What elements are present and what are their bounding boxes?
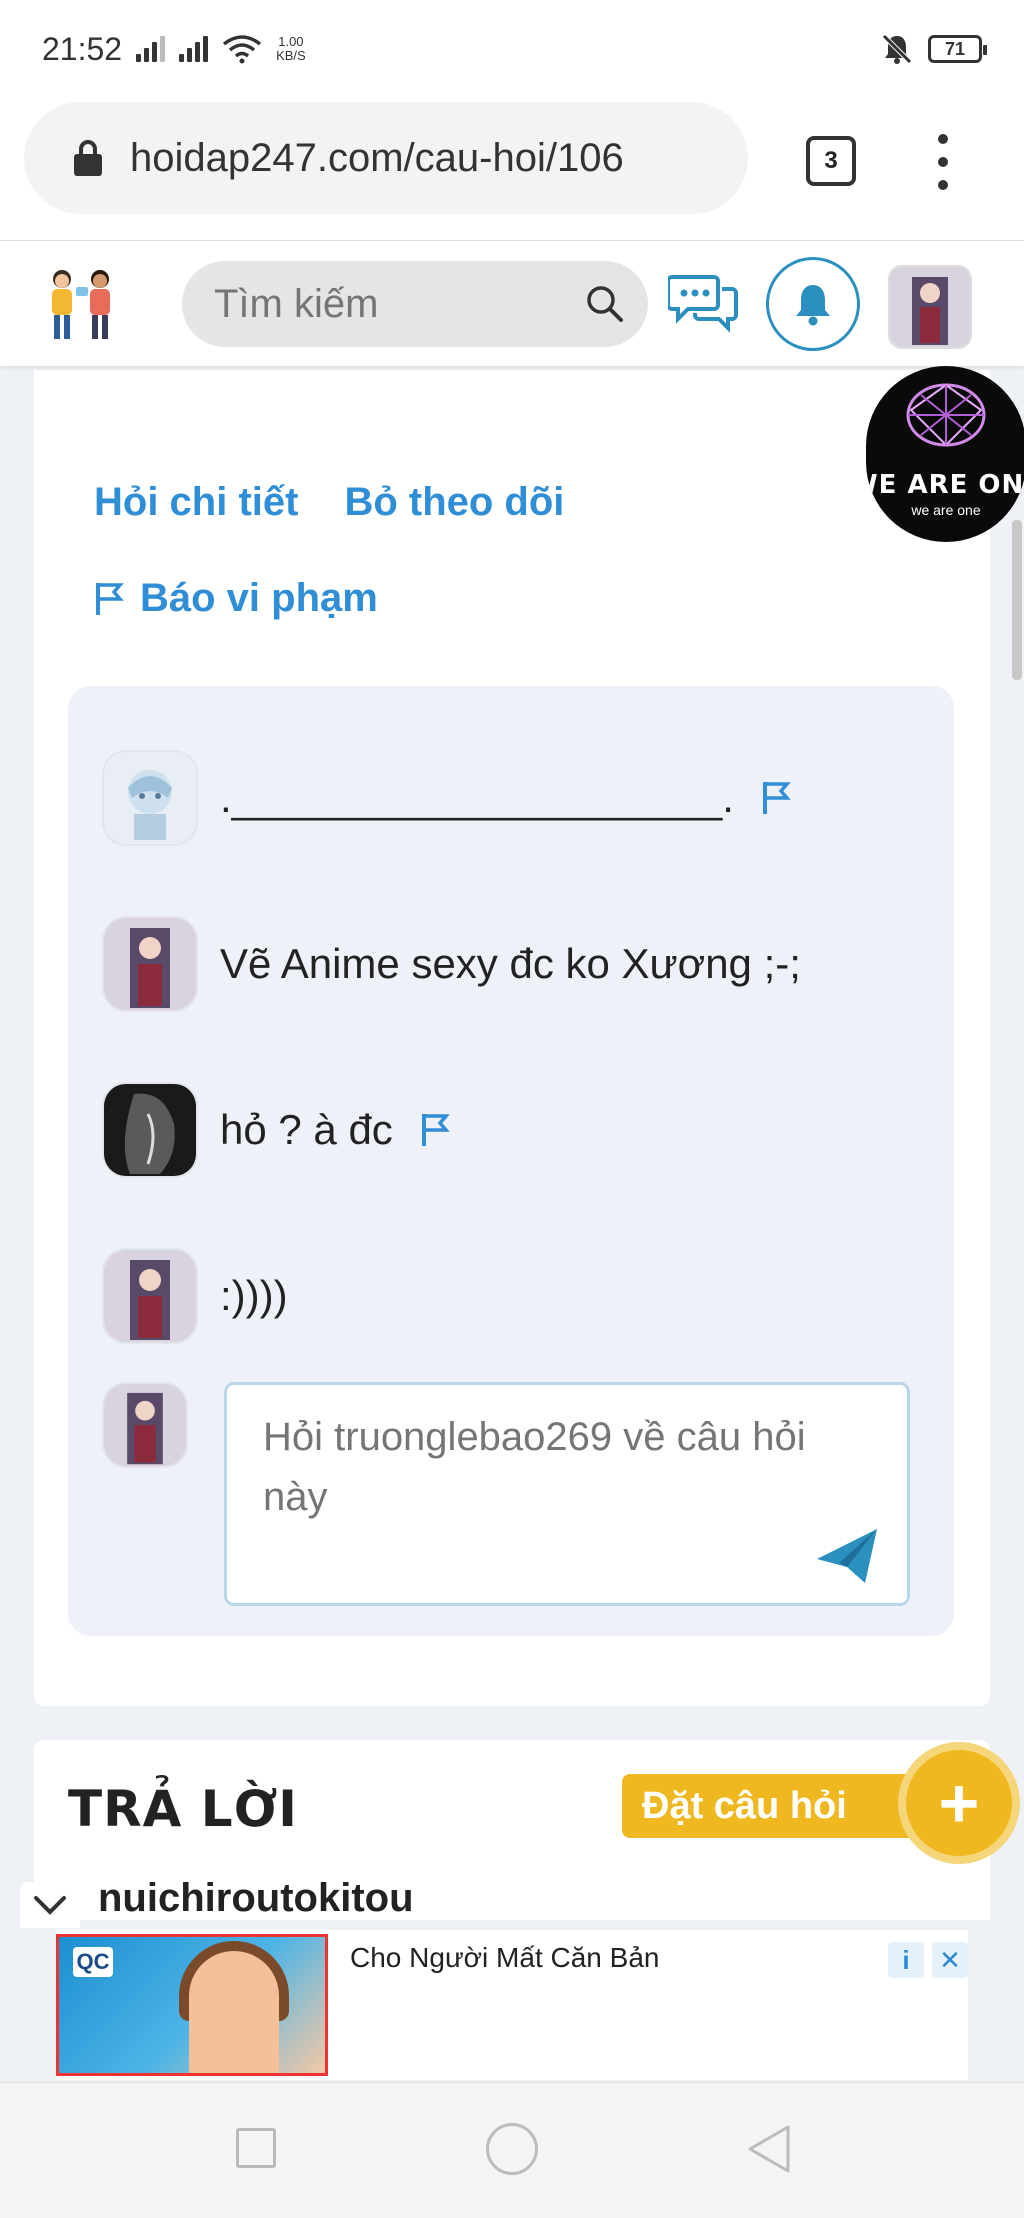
- report-flag-icon[interactable]: [419, 1112, 453, 1148]
- wifi-icon: [223, 35, 262, 64]
- plus-icon[interactable]: +: [906, 1750, 1012, 1856]
- answer-author[interactable]: nuichiroutokitou: [98, 1876, 414, 1921]
- globe-icon: [906, 383, 986, 447]
- reply-avatar: [102, 1382, 188, 1468]
- info-icon[interactable]: i: [888, 1942, 924, 1978]
- net-speed: 1.00 KB/S: [276, 35, 306, 63]
- chat-icon[interactable]: [668, 271, 738, 335]
- ask-question-button[interactable]: Đặt câu hỏi: [622, 1774, 946, 1838]
- reply-box: [224, 1382, 910, 1606]
- reply-avatar-wrap: [102, 1382, 188, 1468]
- status-bar: 21:52 1.00 KB/S 71: [0, 0, 1024, 98]
- address-bar[interactable]: hoidap247.com/cau-hoi/106: [24, 102, 748, 214]
- comment-item: hỏ ? à đc: [102, 1082, 453, 1178]
- lock-icon: [74, 140, 102, 176]
- browser-toolbar: hoidap247.com/cau-hoi/106 3: [0, 98, 1024, 241]
- report-label[interactable]: Báo vi phạm: [140, 576, 378, 621]
- comment-text: hỏ ? à đc: [220, 1106, 393, 1153]
- comments-panel: ._____________________. Vẽ Anime sexy đc…: [68, 686, 954, 1636]
- recents-button[interactable]: [236, 2128, 276, 2168]
- comment-avatar[interactable]: [102, 1248, 198, 1344]
- scrollbar[interactable]: [1012, 520, 1022, 680]
- bell-icon: [796, 285, 830, 326]
- comment-avatar[interactable]: [102, 1082, 198, 1178]
- report-link[interactable]: Báo vi phạm: [94, 576, 378, 621]
- question-card: Hỏi chi tiết Bỏ theo dõi Báo vi phạm .__…: [34, 370, 990, 1706]
- floating-overlay-bubble[interactable]: WE ARE ONE we are one: [866, 366, 1024, 542]
- signal-icon-2: [179, 36, 209, 62]
- report-flag-icon[interactable]: [760, 780, 794, 816]
- user-avatar[interactable]: [888, 265, 972, 349]
- send-icon[interactable]: [815, 1527, 879, 1585]
- site-logo[interactable]: [38, 263, 124, 349]
- search-box[interactable]: [182, 261, 648, 347]
- ad-badge: QC: [73, 1947, 113, 1977]
- chevron-down-icon[interactable]: [20, 1882, 80, 1928]
- reply-input[interactable]: [227, 1385, 907, 1603]
- unfollow-link[interactable]: Bỏ theo dõi: [344, 480, 564, 525]
- status-right: 71: [880, 32, 987, 66]
- ad-image[interactable]: QC: [56, 1934, 328, 2076]
- search-input[interactable]: [212, 280, 576, 328]
- status-left: 21:52 1.00 KB/S: [42, 31, 306, 68]
- overlay-subtitle: we are one: [911, 502, 981, 518]
- ask-detail-link[interactable]: Hỏi chi tiết: [94, 480, 298, 525]
- net-speed-unit: KB/S: [276, 48, 306, 63]
- site-header: [0, 241, 1024, 366]
- comment-item: ._____________________.: [102, 750, 794, 846]
- system-nav-bar: [0, 2082, 1024, 2218]
- ad-banner[interactable]: QC Cho Người Mất Căn Bản i ✕: [56, 1930, 968, 2080]
- url-text[interactable]: hoidap247.com/cau-hoi/106: [130, 136, 720, 181]
- comment-avatar[interactable]: [102, 750, 198, 846]
- comment-item: :)))): [102, 1248, 288, 1344]
- comment-text: Vẽ Anime sexy đc ko Xương ;-;: [220, 940, 801, 987]
- ad-controls: i ✕: [888, 1942, 968, 1978]
- search-icon[interactable]: [584, 283, 624, 323]
- ad-title[interactable]: Cho Người Mất Căn Bản: [350, 1942, 659, 1974]
- net-speed-value: 1.00: [278, 34, 304, 49]
- home-button[interactable]: [486, 2123, 538, 2175]
- flag-icon: [96, 582, 124, 615]
- battery-icon: 71: [928, 35, 987, 63]
- back-button[interactable]: [744, 2123, 794, 2175]
- question-actions: Hỏi chi tiết Bỏ theo dõi: [94, 480, 564, 525]
- comment-item: Vẽ Anime sexy đc ko Xương ;-;: [102, 916, 801, 1012]
- signal-icon: [136, 36, 166, 62]
- comment-text: ._____________________.: [220, 774, 734, 821]
- bell-muted-icon: [882, 34, 912, 64]
- tab-switcher-button[interactable]: 3: [806, 136, 856, 186]
- clock: 21:52: [42, 30, 123, 67]
- comment-text: :)))): [220, 1272, 288, 1319]
- answers-heading: TRẢ LỜI: [68, 1780, 298, 1838]
- overlay-title: WE ARE ONE: [866, 470, 1024, 500]
- more-menu-icon[interactable]: [936, 134, 950, 190]
- comment-avatar[interactable]: [102, 916, 198, 1012]
- close-icon[interactable]: ✕: [932, 1942, 968, 1978]
- notification-button[interactable]: [766, 257, 860, 351]
